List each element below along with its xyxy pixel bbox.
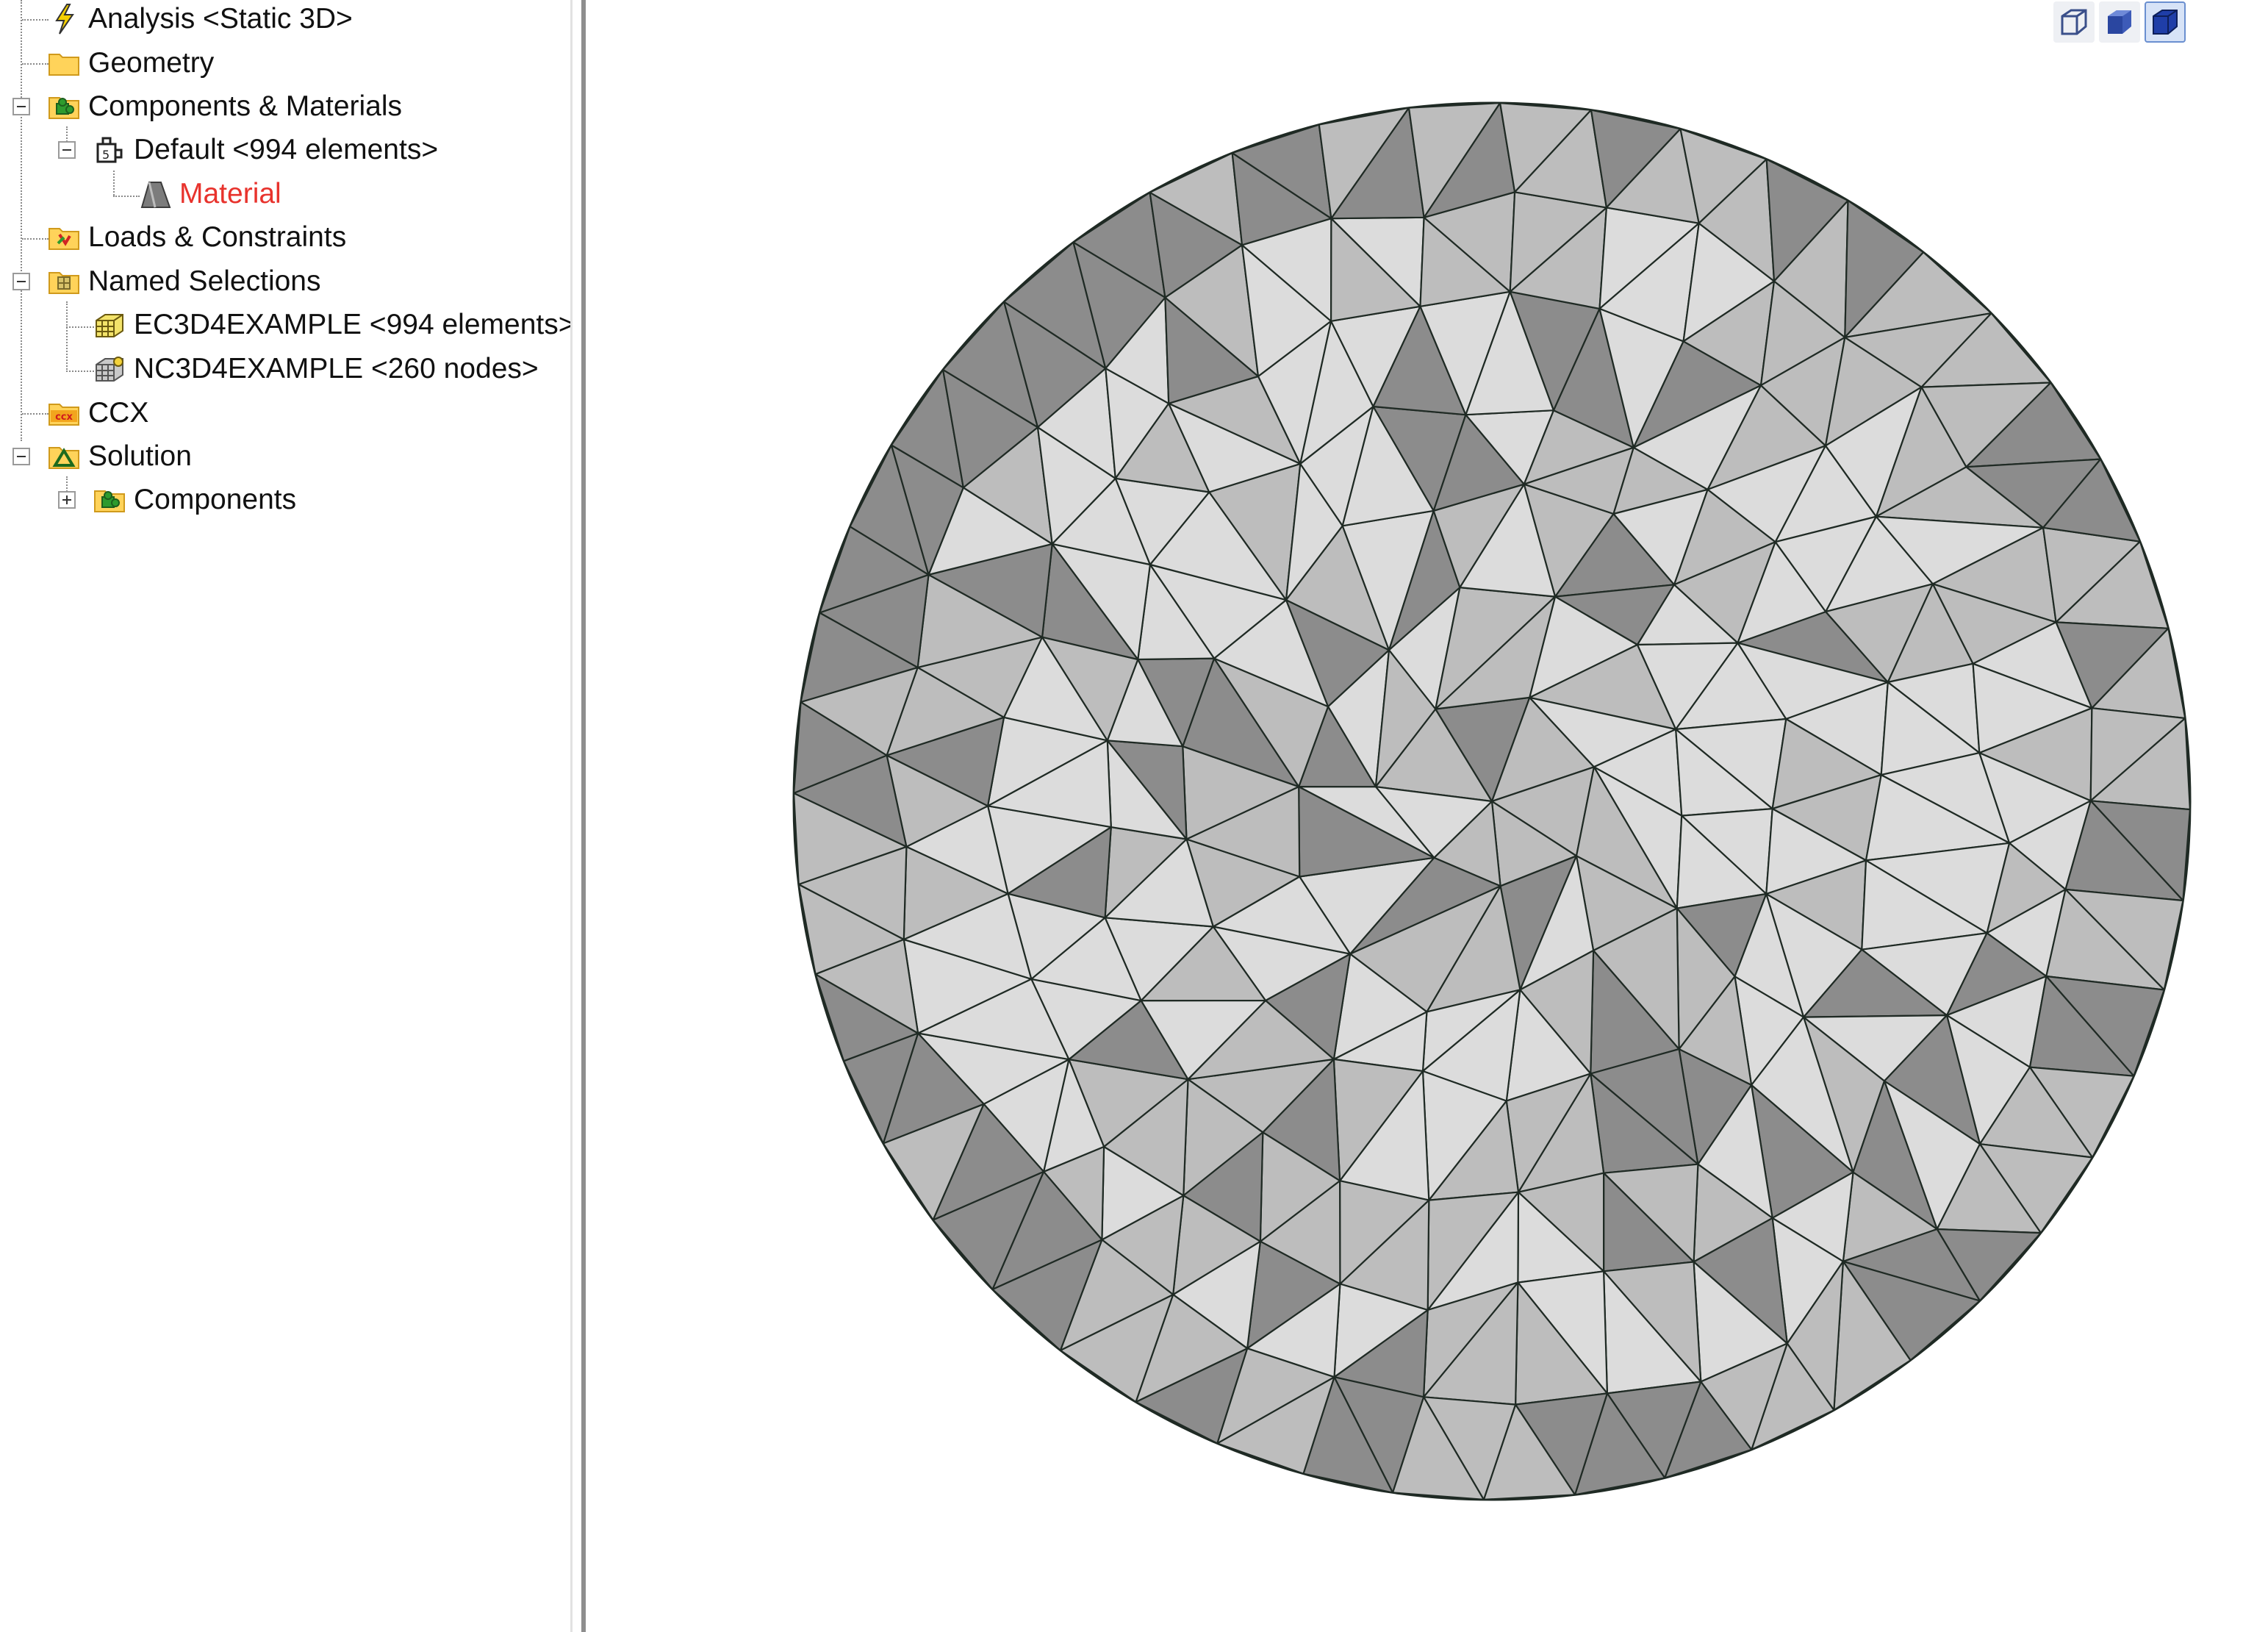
- components-icon: [47, 90, 81, 124]
- splitter-edge: [581, 0, 586, 1632]
- tree-item-solution-components[interactable]: Components: [93, 479, 296, 520]
- tree-connector: [22, 19, 49, 21]
- part-icon: 5: [93, 133, 126, 167]
- tree-connector: [66, 371, 94, 372]
- tree-item-label: Solution: [88, 440, 192, 472]
- tree-item-label: Named Selections: [88, 265, 321, 297]
- tree-item-ccx[interactable]: ccx CCX: [47, 393, 148, 434]
- tree-item-nc3d4example[interactable]: NC3D4EXAMPLE <260 nodes>: [93, 348, 539, 390]
- tree-item-label: Geometry: [88, 47, 215, 79]
- shaded-edges-view-button[interactable]: [2145, 1, 2186, 43]
- tree-item-geometry[interactable]: Geometry: [47, 43, 214, 84]
- tree-connector: [113, 171, 115, 196]
- wireframe-view-button[interactable]: [2053, 1, 2095, 43]
- node-set-icon: [93, 352, 126, 386]
- panel-splitter[interactable]: [570, 0, 589, 1632]
- lightning-icon: [47, 2, 81, 36]
- solution-icon: [47, 440, 81, 473]
- wireframe-cube-icon: [2061, 9, 2087, 35]
- tree-item-solution[interactable]: Solution: [47, 436, 192, 477]
- tree-item-label: Default <994 elements>: [134, 134, 439, 165]
- expand-toggle-components[interactable]: [58, 491, 76, 509]
- tree-item-label: Components & Materials: [88, 90, 403, 122]
- tree-item-label: Material: [179, 178, 281, 210]
- tree-item-analysis[interactable]: Analysis <Static 3D>: [47, 0, 353, 40]
- material-icon: [138, 177, 172, 211]
- components-icon: [93, 483, 126, 517]
- 3d-viewport[interactable]: [589, 0, 2268, 1632]
- loads-icon: [47, 221, 81, 254]
- tree-item-label: EC3D4EXAMPLE <994 elements>: [134, 309, 575, 340]
- model-tree: Analysis <Static 3D> Geometry Components…: [0, 0, 575, 1632]
- tree-connector: [113, 196, 140, 197]
- tree-item-label: Analysis <Static 3D>: [88, 3, 353, 35]
- ccx-badge: ccx: [55, 412, 73, 423]
- tree-connector: [22, 413, 49, 415]
- ccx-icon: ccx: [47, 396, 81, 430]
- tree-connector: [22, 238, 49, 240]
- shaded-edges-cube-icon: [2153, 10, 2178, 35]
- named-selections-icon: [47, 265, 81, 298]
- shaded-cube-icon: [2108, 10, 2131, 34]
- tree-connector: [66, 301, 68, 372]
- tree-item-label: NC3D4EXAMPLE <260 nodes>: [134, 353, 539, 384]
- element-set-icon: [93, 308, 126, 342]
- tree-connector: [66, 326, 94, 328]
- tree-item-label: CCX: [88, 397, 149, 429]
- view-mode-toolbar: [2053, 1, 2186, 43]
- tree-connector: [21, 0, 22, 441]
- expand-toggle-default[interactable]: [58, 141, 76, 159]
- tree-item-material[interactable]: Material: [138, 173, 281, 215]
- tree-item-label: Components: [134, 484, 297, 515]
- folder-icon: [47, 46, 81, 80]
- tree-item-loads-constraints[interactable]: Loads & Constraints: [47, 217, 346, 258]
- mesh-model[interactable]: [589, 0, 2268, 1632]
- tree-connector: [22, 63, 49, 65]
- svg-text:5: 5: [102, 148, 110, 162]
- tree-item-named-selections[interactable]: Named Selections: [47, 261, 321, 302]
- tree-item-default[interactable]: 5 Default <994 elements>: [93, 129, 438, 171]
- expand-toggle-named-selections[interactable]: [12, 273, 30, 290]
- tree-item-components-materials[interactable]: Components & Materials: [47, 86, 402, 127]
- tree-item-ec3d4example[interactable]: EC3D4EXAMPLE <994 elements>: [93, 304, 575, 346]
- expand-toggle-components-materials[interactable]: [12, 98, 30, 115]
- splitter-edge: [570, 0, 573, 1632]
- shaded-view-button[interactable]: [2099, 1, 2140, 43]
- tree-item-label: Loads & Constraints: [88, 221, 347, 253]
- expand-toggle-solution[interactable]: [12, 448, 30, 465]
